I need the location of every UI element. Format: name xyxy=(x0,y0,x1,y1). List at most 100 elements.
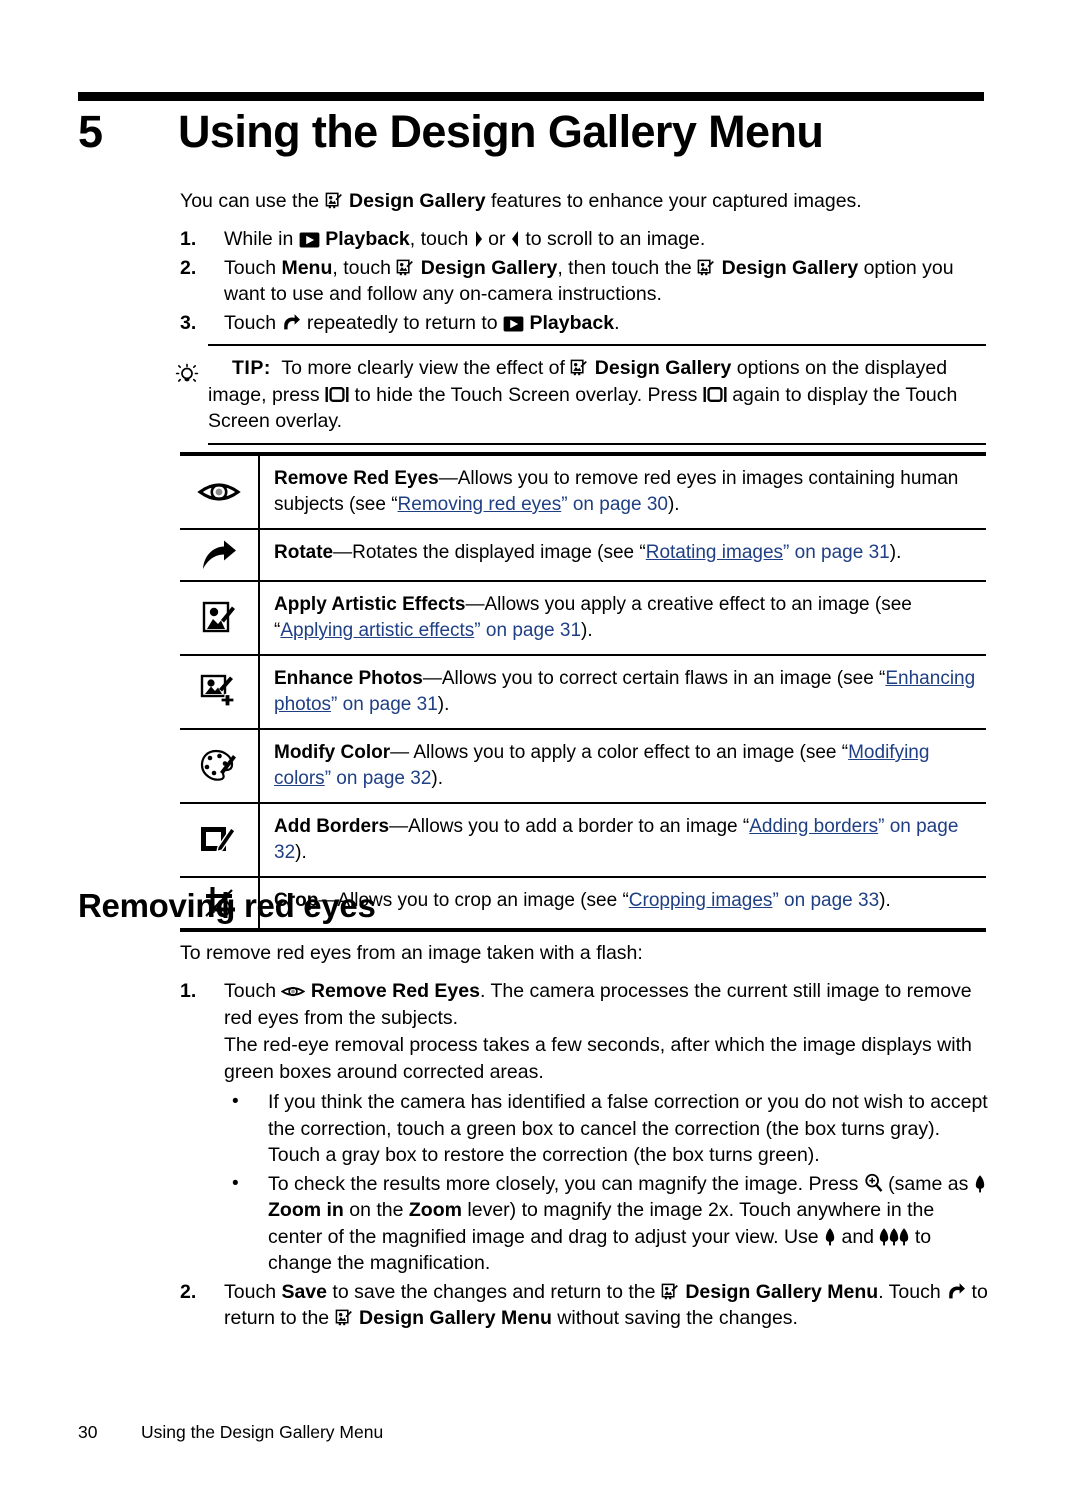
feature-tail: ). xyxy=(295,842,307,863)
rr-step2-bold-save: Save xyxy=(281,1280,327,1303)
footer-page-number: 30 xyxy=(78,1422,98,1442)
rr-step1-paragraph2: The red-eye removal process takes a few … xyxy=(224,1034,972,1083)
bullet-text: If you think the camera has identified a… xyxy=(268,1091,988,1166)
cross-reference-link[interactable]: Applying artistic effects xyxy=(280,620,474,641)
tip-label: TIP: xyxy=(232,357,271,379)
step1-text2: , touch xyxy=(409,228,474,250)
bullet2-bold-zoomin: Zoom in xyxy=(268,1199,344,1221)
feature-name: Add Borders xyxy=(274,816,390,837)
section-body: To remove red eyes from an image taken w… xyxy=(180,940,990,1334)
touch-screen-overlay-icon xyxy=(703,385,727,404)
feature-tail-pre: ” on page xyxy=(561,494,647,515)
step-number: 2. xyxy=(180,1280,197,1303)
feature-page-number: 31 xyxy=(416,694,438,715)
step3-text1: Touch xyxy=(224,311,282,334)
feature-tail: ). xyxy=(431,768,444,789)
feature-tail-pre: ” on page xyxy=(878,816,959,837)
table-cell-description: Modify Color— Allows you to apply a colo… xyxy=(260,730,986,802)
intro-bold-term: Design Gallery xyxy=(349,190,486,212)
page-footer: 30 Using the Design Gallery Menu xyxy=(78,1422,383,1443)
section-step-list: 1. Touch Remove Red Eyes. The camera proc… xyxy=(180,978,990,1332)
design-gallery-icon xyxy=(335,1308,354,1327)
table-cell-description: Rotate—Rotates the displayed image (see … xyxy=(260,530,986,580)
feature-tail: ). xyxy=(437,694,450,715)
eye-icon xyxy=(180,456,260,528)
table-row: Modify Color— Allows you to apply a colo… xyxy=(180,730,986,802)
feature-tail-pre: ” on page xyxy=(331,694,417,715)
tip-bottom-rule xyxy=(208,442,986,445)
feature-tail-pre: ” on page xyxy=(474,620,560,641)
feature-name: Modify Color xyxy=(274,742,391,763)
table-cell-description: Apply Artistic Effects—Allows you apply … xyxy=(260,582,986,654)
step2-bold-menu: Menu xyxy=(281,256,333,279)
feature-tail: ). xyxy=(879,890,891,911)
step2-text2: , touch xyxy=(332,256,397,279)
step2-bold-gallery1: Design Gallery xyxy=(420,256,558,279)
arrow-left-icon xyxy=(511,230,520,248)
feature-name: Remove Red Eyes xyxy=(274,468,439,489)
design-gallery-icon xyxy=(661,1282,680,1301)
bullet2-text3: on the xyxy=(343,1199,409,1221)
table-row: Rotate—Rotates the displayed image (see … xyxy=(180,530,986,580)
playback-icon xyxy=(299,232,320,248)
bullet2-bold-zoom: Zoom xyxy=(408,1199,462,1221)
feature-page-number: 31 xyxy=(868,542,890,563)
bullet2-text2: (same as xyxy=(882,1172,974,1195)
tip-text3: to hide the Touch Screen overlay. Press xyxy=(349,383,703,406)
step-item-1: 1. While in Playback, touch or to scroll … xyxy=(180,226,985,253)
intro-text-before: You can use the xyxy=(180,190,325,212)
bullet-marker: • xyxy=(232,1091,239,1112)
list-item: • To check the results more closely, you … xyxy=(224,1171,990,1277)
intro-paragraph: You can use the Design Gallery features … xyxy=(180,188,985,215)
feature-tail-pre: ” on page xyxy=(783,542,869,563)
rr-step2-text5: without saving the changes. xyxy=(551,1307,798,1329)
intro-section: You can use the Design Gallery features … xyxy=(180,188,985,338)
lightbulb-icon xyxy=(175,363,199,387)
table-row: Add Borders—Allows you to add a border t… xyxy=(180,804,986,876)
step2-bold-gallery2: Design Gallery xyxy=(721,256,859,279)
bullet2-text5: and xyxy=(836,1225,880,1248)
step-item-2: 2. Touch Save to save the changes and ret… xyxy=(180,1279,990,1332)
chapter-divider-rule xyxy=(78,92,984,101)
design-gallery-icon xyxy=(396,258,415,277)
step3-text2: repeatedly to return to xyxy=(301,311,504,334)
magnify-plus-icon xyxy=(864,1173,883,1193)
step3-text3: . xyxy=(614,311,620,334)
cross-reference-link[interactable]: Cropping images xyxy=(629,890,773,911)
rr-bullet-list: • If you think the camera has identified … xyxy=(224,1089,990,1277)
section-intro-paragraph: To remove red eyes from an image taken w… xyxy=(180,942,643,964)
touch-screen-overlay-icon xyxy=(325,385,349,404)
page-title: Using the Design Gallery Menu xyxy=(178,106,824,157)
design-gallery-icon xyxy=(570,358,589,377)
design-gallery-icon xyxy=(697,258,716,277)
artistic-effects-icon xyxy=(180,582,260,654)
table-cell-description: Enhance Photos—Allows you to correct cer… xyxy=(260,656,986,728)
design-gallery-icon xyxy=(325,191,344,210)
section-heading: Removing red eyes xyxy=(78,887,376,924)
list-item: • If you think the camera has identified … xyxy=(224,1089,990,1169)
table-row: Apply Artistic Effects—Allows you apply … xyxy=(180,582,986,654)
bullet2-text1: To check the results more closely, you c… xyxy=(268,1172,864,1195)
feature-name: Enhance Photos xyxy=(274,668,423,689)
cross-reference-link[interactable]: Rotating images xyxy=(646,542,783,563)
tip-content: TIP: To more clearly view the effect of … xyxy=(175,346,986,443)
cross-reference-link[interactable]: Adding borders xyxy=(749,816,878,837)
feature-page-number: 32 xyxy=(274,842,296,863)
step-item-3: 3. Touch repeatedly to return to Playback… xyxy=(180,310,985,337)
step1-bold-playback: Playback xyxy=(325,228,410,250)
step-number: 1. xyxy=(180,228,197,250)
zoom-in-tree-icon xyxy=(824,1227,836,1246)
step-number: 2. xyxy=(180,256,197,279)
feature-page-number: 31 xyxy=(559,620,582,641)
step2-text3: , then touch the xyxy=(557,256,698,279)
chapter-number: 5 xyxy=(78,106,103,157)
rr-step2-text2: to save the changes and return to the xyxy=(327,1280,661,1303)
intro-text-after: features to enhance your captured images… xyxy=(485,190,862,212)
rr-step1-text1: Touch xyxy=(224,980,282,1002)
tip-text1: To more clearly view the effect of xyxy=(281,357,571,379)
feature-name: Rotate xyxy=(274,542,334,563)
table-cell-description: Remove Red Eyes—Allows you to remove red… xyxy=(260,456,986,528)
rr-step2-bold-menu2: Design Gallery Menu xyxy=(359,1307,552,1329)
cross-reference-link[interactable]: Removing red eyes xyxy=(398,494,562,515)
zoom-in-tree-icon xyxy=(974,1174,986,1193)
